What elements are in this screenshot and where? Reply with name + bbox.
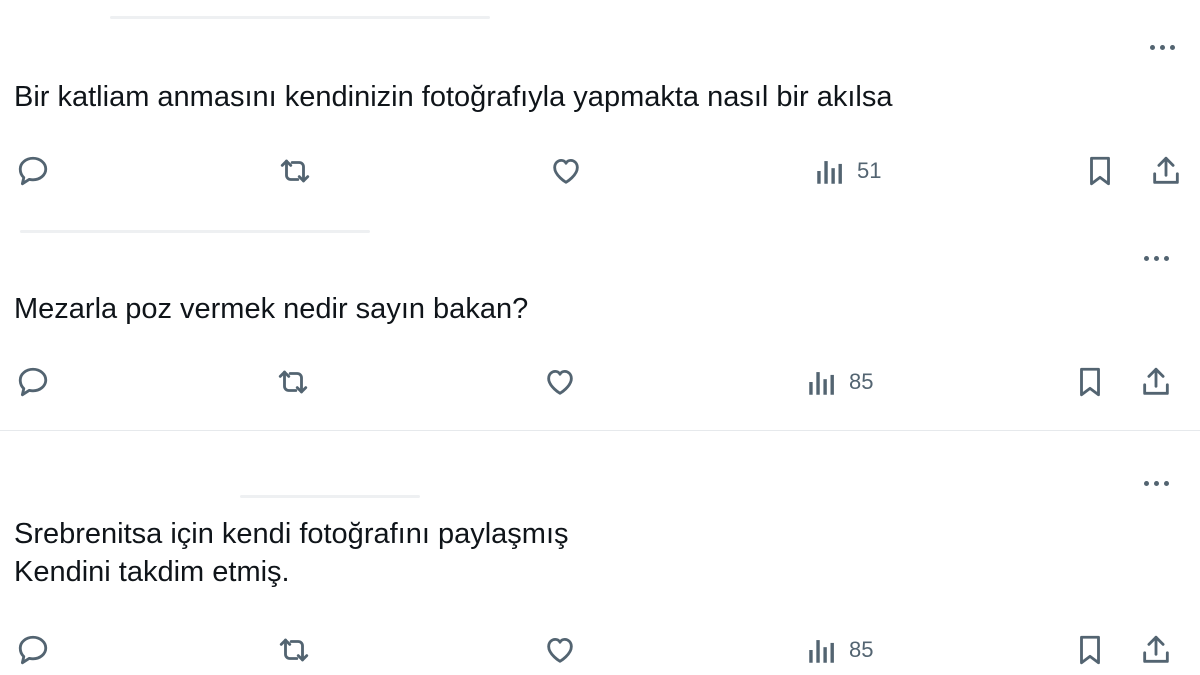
reply-tweet-1: Bir katliam anmasını kendinizin fotoğraf… (0, 0, 1200, 215)
share-button[interactable] (1148, 154, 1184, 188)
share-icon (1143, 635, 1169, 663)
more-dot (1153, 480, 1159, 486)
view-count: 51 (857, 158, 882, 183)
share-button[interactable] (1138, 365, 1174, 399)
views-button[interactable]: 85 (805, 633, 873, 667)
like-button[interactable] (548, 154, 584, 188)
tweet-text-line: Srebrenitsa için kendi fotoğrafını payla… (14, 518, 569, 550)
view-count: 85 (849, 369, 874, 394)
more-options-button[interactable] (1134, 243, 1178, 273)
bookmark-icon (1080, 367, 1100, 397)
tweet-text-line: Bir katliam anmasını kendinizin fotoğraf… (14, 81, 893, 113)
retweet-button[interactable] (275, 365, 311, 399)
tweet-text: Bir katliam anmasını kendinizin fotoğraf… (14, 78, 892, 116)
bookmark-button[interactable] (1073, 365, 1107, 399)
more-dot (1153, 255, 1159, 261)
bookmark-button[interactable] (1073, 633, 1107, 667)
reply-tweet-3: Srebrenitsa için kendi fotoğrafını payla… (0, 431, 1200, 675)
bookmark-icon (1090, 156, 1110, 186)
retweet-icon (278, 370, 308, 394)
more-options-button[interactable] (1134, 468, 1178, 498)
more-options-button[interactable] (1140, 32, 1184, 62)
more-horizontal-icon (1149, 44, 1155, 50)
like-button[interactable] (542, 365, 578, 399)
share-button[interactable] (1138, 633, 1174, 667)
views-icon (809, 640, 834, 663)
share-icon (1143, 367, 1169, 395)
reply-tweet-2: Mezarla poz vermek nedir sayın bakan? 85 (0, 215, 1200, 430)
retweet-icon (280, 159, 310, 183)
view-count: 85 (849, 637, 874, 662)
reply-button[interactable] (16, 365, 50, 399)
like-button[interactable] (542, 633, 578, 667)
views-button[interactable]: 85 (805, 365, 873, 399)
reply-icon (18, 156, 48, 186)
reply-icon (18, 635, 48, 665)
retweet-button[interactable] (276, 633, 312, 667)
tweet-text-line: Kendini takdim etmiş. (14, 556, 290, 588)
views-icon (809, 372, 834, 395)
tweet-text: Srebrenitsa için kendi fotoğrafını payla… (14, 515, 569, 591)
views-button[interactable]: 51 (813, 154, 881, 188)
more-dot (1169, 44, 1175, 50)
more-horizontal-icon (1143, 255, 1149, 261)
heart-icon (547, 369, 573, 395)
tweet-text: Mezarla poz vermek nedir sayın bakan? (14, 290, 528, 328)
more-horizontal-icon (1143, 480, 1149, 486)
retweet-button[interactable] (277, 154, 313, 188)
retweet-icon (279, 638, 309, 662)
more-dot (1159, 44, 1165, 50)
more-dot (1163, 255, 1169, 261)
tweet-text-line: Mezarla poz vermek nedir sayın bakan? (14, 293, 529, 325)
bookmark-icon (1080, 635, 1100, 665)
reply-button[interactable] (16, 633, 50, 667)
reply-icon (18, 367, 48, 397)
more-dot (1163, 480, 1169, 486)
heart-icon (547, 637, 573, 663)
bookmark-button[interactable] (1083, 154, 1117, 188)
reply-button[interactable] (16, 154, 50, 188)
heart-icon (553, 158, 579, 184)
share-icon (1153, 156, 1179, 184)
views-icon (817, 161, 842, 184)
